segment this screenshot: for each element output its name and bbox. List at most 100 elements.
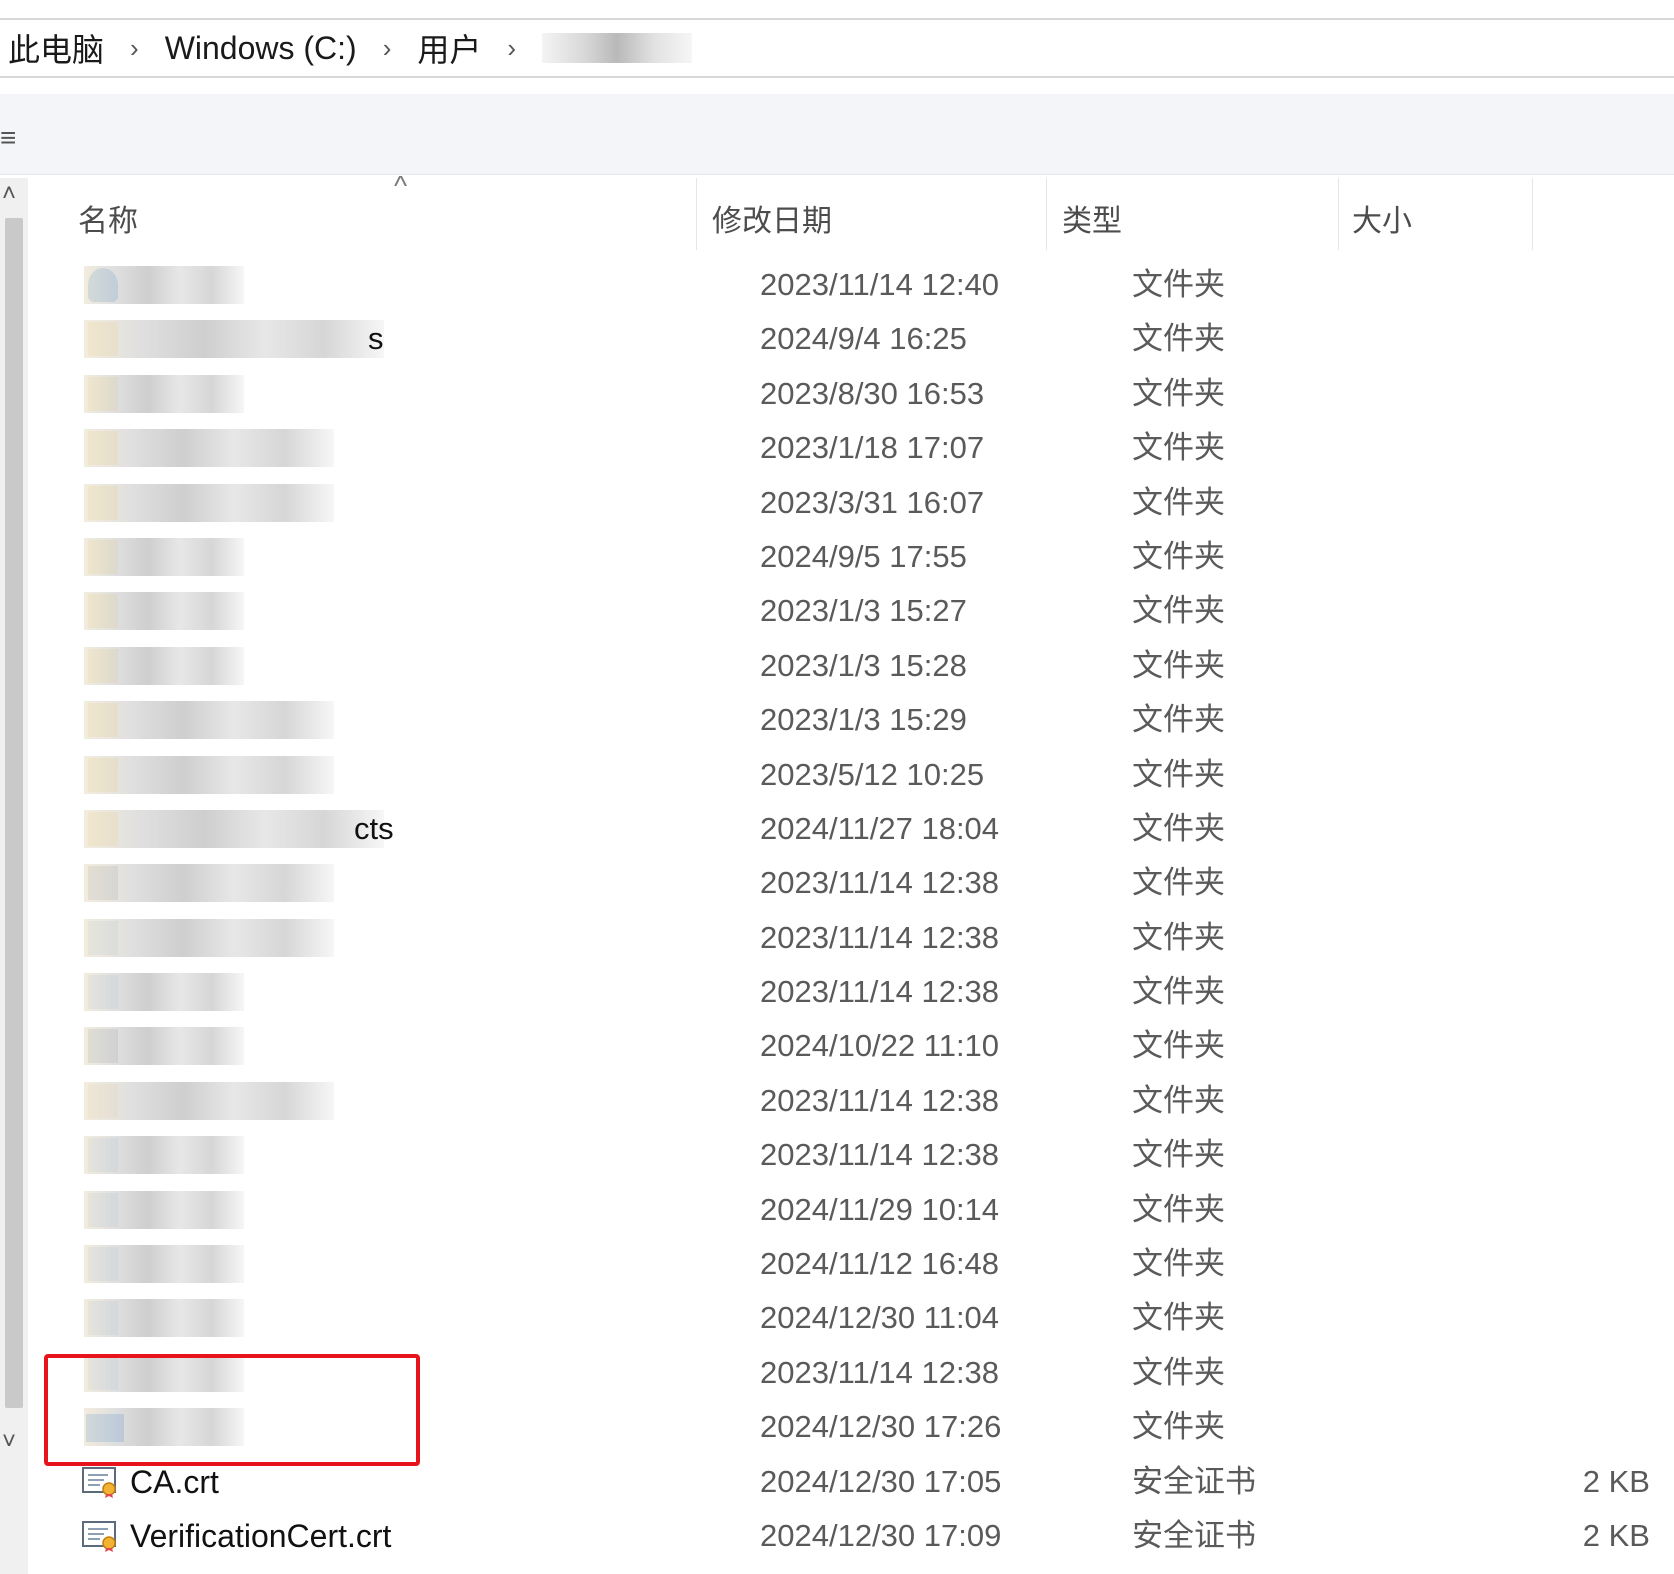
sort-ascending-icon: ^: [394, 170, 408, 201]
size-cell: [1472, 748, 1650, 802]
redacted-folder-name[interactable]: [84, 592, 244, 631]
size-cell: [1472, 856, 1650, 910]
folder-row[interactable]: 2024/11/29 10:14 文件夹: [32, 1183, 1674, 1237]
redacted-folder-name[interactable]: [84, 1245, 244, 1284]
redacted-folder-name[interactable]: [84, 320, 384, 359]
folder-row[interactable]: 2023/1/3 15:28 文件夹: [32, 639, 1674, 693]
folder-name-visible-part[interactable]: cts: [354, 802, 394, 856]
size-cell: 2 KB: [1582, 1463, 1650, 1499]
column-name[interactable]: 名称: [78, 196, 138, 240]
folder-row[interactable]: 2024/9/5 17:55 文件夹: [32, 530, 1674, 584]
date-modified-cell: 2024/10/22 11:10: [760, 1028, 1000, 1064]
redacted-folder-name[interactable]: [84, 809, 384, 848]
date-modified-cell: 2024/12/30 17:05: [760, 1463, 1002, 1499]
size-cell: [1472, 1346, 1650, 1400]
chevron-right-icon[interactable]: ›: [383, 33, 392, 64]
date-modified-cell: 2024/9/5 17:55: [760, 538, 967, 574]
redacted-folder-name[interactable]: [84, 374, 244, 413]
size-cell: [1472, 1019, 1650, 1073]
type-cell: 文件夹: [1132, 1137, 1225, 1173]
command-bar: ≡: [0, 94, 1674, 175]
folder-row[interactable]: 2023/11/14 12:38 文件夹: [32, 965, 1674, 1019]
date-modified-cell: 2023/1/3 15:29: [760, 702, 967, 738]
breadcrumb-this-pc[interactable]: 此电脑: [8, 25, 104, 71]
date-modified-cell: 2023/11/14 12:40: [760, 267, 1000, 302]
folder-row[interactable]: 2023/11/14 12:40 文件夹: [32, 258, 1674, 312]
folder-row[interactable]: 2023/11/14 12:38 文件夹: [32, 911, 1674, 965]
size-cell: [1472, 1128, 1650, 1182]
folder-row[interactable]: 2024/12/30 11:04 文件夹: [32, 1291, 1674, 1345]
folder-row[interactable]: 2023/11/14 12:38 文件夹: [32, 856, 1674, 910]
file-row[interactable]: VerificationCert.crt 2024/12/30 17:09 安全证书…: [32, 1509, 1674, 1563]
redacted-folder-name[interactable]: [84, 755, 334, 794]
column-size[interactable]: 大小: [1352, 196, 1412, 240]
column-divider[interactable]: [1532, 178, 1533, 250]
address-bar[interactable]: 此电脑 › Windows (C:) › 用户 ›: [0, 18, 1674, 78]
redacted-folder-name[interactable]: [84, 701, 334, 740]
size-cell: 2 KB: [1582, 1517, 1650, 1553]
redacted-folder-name[interactable]: [84, 973, 244, 1012]
chevron-right-icon[interactable]: ›: [130, 33, 139, 64]
folder-row[interactable]: 2024/11/12 16:48 文件夹: [32, 1237, 1674, 1291]
redacted-folder-name[interactable]: [84, 429, 334, 468]
folder-row[interactable]: 2023/8/30 16:53 文件夹: [32, 367, 1674, 421]
more-options-icon[interactable]: ≡: [0, 124, 16, 152]
scroll-up-arrow-icon[interactable]: ˄: [2, 182, 16, 206]
size-cell: [1472, 1237, 1650, 1291]
folder-row[interactable]: 2023/1/3 15:29 文件夹: [32, 693, 1674, 747]
folder-row[interactable]: cts 2024/11/27 18:04 文件夹: [32, 802, 1674, 856]
folder-row[interactable]: 2023/1/3 15:27 文件夹: [32, 584, 1674, 638]
scroll-down-arrow-icon[interactable]: ˅: [2, 1430, 16, 1454]
redacted-folder-name[interactable]: [84, 266, 244, 304]
date-modified-cell: 2023/11/14 12:38: [760, 1082, 1000, 1118]
size-cell: [1472, 421, 1650, 475]
size-cell: [1472, 802, 1650, 856]
date-modified-cell: 2023/1/3 15:27: [760, 593, 967, 629]
redacted-folder-name[interactable]: [84, 918, 334, 957]
folder-name-visible-part[interactable]: s: [368, 312, 384, 366]
folder-row[interactable]: 2023/11/14 12:38 文件夹: [32, 1128, 1674, 1182]
type-cell: 安全证书: [1132, 1517, 1256, 1553]
file-name[interactable]: VerificationCert.crt: [130, 1509, 391, 1563]
date-modified-cell: 2024/11/12 16:48: [760, 1246, 1000, 1282]
type-cell: 安全证书: [1132, 1463, 1256, 1499]
redacted-folder-name[interactable]: [84, 1190, 244, 1229]
column-date-modified[interactable]: 修改日期: [712, 196, 832, 240]
column-divider[interactable]: [696, 178, 697, 250]
size-cell: [1472, 693, 1650, 747]
type-cell: 文件夹: [1132, 593, 1225, 629]
redacted-folder-name[interactable]: [84, 483, 334, 522]
chevron-right-icon[interactable]: ›: [507, 33, 516, 64]
redacted-folder-name[interactable]: [84, 1136, 244, 1175]
vertical-scrollbar[interactable]: ˄ ˅: [0, 178, 28, 1574]
size-cell: [1472, 1183, 1650, 1237]
size-cell: [1472, 1400, 1650, 1454]
type-cell: 文件夹: [1132, 375, 1225, 411]
column-divider[interactable]: [1046, 178, 1047, 250]
folder-row[interactable]: 2023/11/14 12:38 文件夹: [32, 1074, 1674, 1128]
scrollbar-thumb[interactable]: [5, 218, 23, 1408]
redacted-folder-name[interactable]: [84, 1299, 244, 1338]
redacted-folder-name[interactable]: [84, 1081, 334, 1120]
breadcrumb-drive-c[interactable]: Windows (C:): [165, 30, 357, 67]
type-cell: 文件夹: [1132, 1246, 1225, 1282]
folder-row[interactable]: 2023/1/18 17:07 文件夹: [32, 421, 1674, 475]
certificate-icon: [82, 1466, 120, 1499]
redacted-folder-name[interactable]: [84, 537, 244, 576]
column-divider[interactable]: [1338, 178, 1339, 250]
type-cell: 文件夹: [1132, 974, 1225, 1010]
redacted-folder-name[interactable]: [84, 646, 244, 685]
folder-row[interactable]: s 2024/9/4 16:25 文件夹: [32, 312, 1674, 366]
folder-row[interactable]: 2024/10/22 11:10 文件夹: [32, 1019, 1674, 1073]
breadcrumb-users[interactable]: 用户: [417, 25, 481, 71]
redacted-folder-name[interactable]: [84, 1027, 244, 1066]
folder-row[interactable]: 2023/5/12 10:25 文件夹: [32, 748, 1674, 802]
type-cell: 文件夹: [1132, 810, 1225, 846]
date-modified-cell: 2023/5/12 10:25: [760, 756, 985, 792]
redacted-folder-name[interactable]: [84, 864, 334, 903]
breadcrumb-user-redacted[interactable]: [542, 33, 693, 63]
type-cell: 文件夹: [1132, 919, 1225, 955]
folder-row[interactable]: 2023/3/31 16:07 文件夹: [32, 476, 1674, 530]
column-type[interactable]: 类型: [1062, 196, 1122, 240]
size-cell: [1472, 530, 1650, 584]
